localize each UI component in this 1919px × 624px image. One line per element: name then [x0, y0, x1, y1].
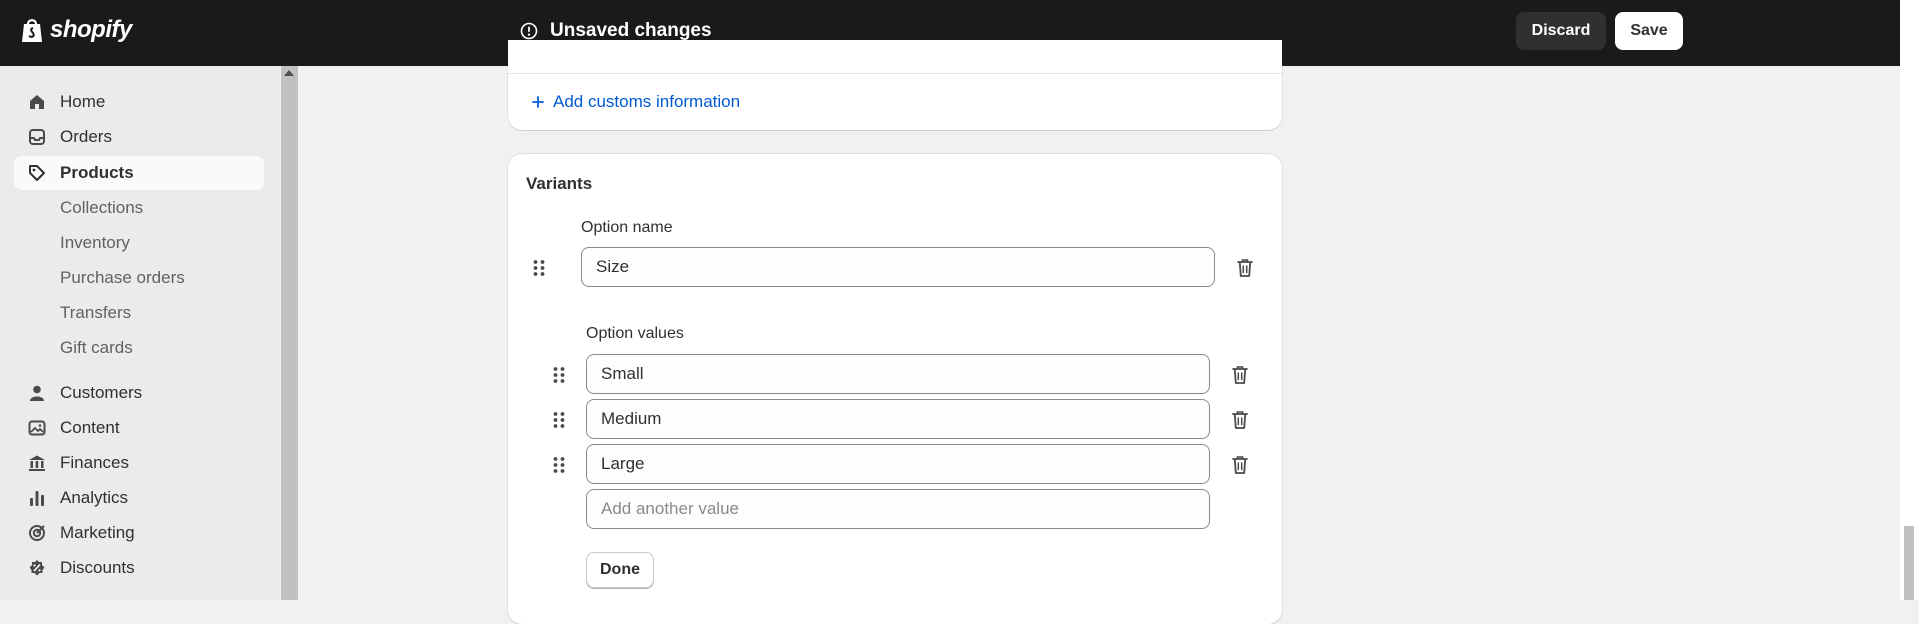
page-scrollbar-thumb[interactable]	[1904, 526, 1914, 600]
sidebar-item-label: Content	[60, 418, 120, 437]
discard-button[interactable]: Discard	[1516, 12, 1606, 50]
bank-icon	[28, 454, 46, 472]
sidebar-item-gift-cards[interactable]: Gift cards	[14, 331, 264, 365]
done-button[interactable]: Done	[586, 552, 654, 588]
drag-handle-icon[interactable]	[552, 365, 566, 385]
person-icon	[28, 384, 46, 402]
plus-icon	[532, 96, 544, 108]
sidebar-subitem-label: Gift cards	[60, 338, 133, 357]
sidebar-item-label: Orders	[60, 127, 112, 146]
sidebar-scrollbar[interactable]	[281, 66, 298, 600]
option-value-input[interactable]	[586, 399, 1210, 439]
sidebar-item-label: Discounts	[60, 558, 135, 577]
unsaved-changes-text: Unsaved changes	[550, 20, 712, 41]
bar-chart-icon	[28, 489, 46, 507]
sidebar-item-content[interactable]: Content	[14, 411, 264, 445]
sidebar-subitem-label: Inventory	[60, 233, 130, 252]
sidebar-item-label: Finances	[60, 453, 129, 472]
sidebar-item-customers[interactable]: Customers	[14, 376, 264, 410]
shopify-logo[interactable]: shopify	[20, 16, 132, 44]
add-another-value-input[interactable]	[586, 489, 1210, 529]
option-name-input[interactable]	[581, 247, 1215, 287]
variants-card: Variants Option name Option values Done	[508, 154, 1282, 624]
logo-text: shopify	[50, 16, 132, 43]
sidebar-subitem-label: Purchase orders	[60, 268, 185, 287]
delete-option-trash-icon[interactable]	[1236, 258, 1254, 278]
discount-icon	[28, 559, 46, 577]
unsaved-changes-indicator: Unsaved changes	[520, 20, 712, 42]
inbox-icon	[28, 128, 46, 146]
image-icon	[28, 419, 46, 437]
sidebar-item-label: Analytics	[60, 488, 129, 507]
sidebar-item-label: Products	[60, 163, 134, 182]
option-value-input[interactable]	[586, 354, 1210, 394]
sidebar-item-purchase-orders[interactable]: Purchase orders	[14, 261, 264, 295]
variants-title: Variants	[526, 174, 593, 193]
page-scrollbar[interactable]	[1900, 0, 1919, 600]
option-values-label: Option values	[586, 325, 684, 342]
sidebar-item-orders[interactable]: Orders	[14, 120, 264, 154]
drag-handle-icon[interactable]	[532, 258, 546, 278]
shopping-bag-icon	[20, 16, 44, 44]
home-icon	[28, 93, 46, 111]
sidebar: Home Orders Products Collections Invento…	[0, 66, 280, 600]
scroll-up-arrow-icon[interactable]	[284, 70, 294, 76]
sidebar-item-home[interactable]: Home	[14, 85, 264, 119]
sidebar-item-analytics[interactable]: Analytics	[14, 481, 264, 515]
sidebar-item-marketing[interactable]: Marketing	[14, 516, 264, 550]
sidebar-item-products[interactable]: Products	[14, 156, 264, 190]
delete-value-trash-icon[interactable]	[1231, 455, 1249, 475]
option-value-input[interactable]	[586, 444, 1210, 484]
divider	[508, 73, 1282, 74]
sidebar-item-finances[interactable]: Finances	[14, 446, 264, 480]
alert-circle-icon	[520, 22, 538, 40]
drag-handle-icon[interactable]	[552, 410, 566, 430]
sidebar-item-inventory[interactable]: Inventory	[14, 226, 264, 260]
sidebar-item-collections[interactable]: Collections	[14, 191, 264, 225]
sidebar-subitem-label: Transfers	[60, 303, 132, 322]
delete-value-trash-icon[interactable]	[1231, 365, 1249, 385]
sidebar-item-transfers[interactable]: Transfers	[14, 296, 264, 330]
option-name-label: Option name	[581, 219, 673, 236]
tag-icon	[28, 164, 46, 182]
sidebar-item-discounts[interactable]: Discounts	[14, 551, 264, 585]
delete-value-trash-icon[interactable]	[1231, 410, 1249, 430]
target-icon	[28, 524, 46, 542]
add-customs-information-link[interactable]: Add customs information	[532, 92, 740, 112]
sidebar-item-label: Customers	[60, 383, 143, 402]
drag-handle-icon[interactable]	[552, 455, 566, 475]
sidebar-subitem-label: Collections	[60, 198, 144, 217]
sidebar-item-label: Home	[60, 92, 106, 111]
add-customs-information-label: Add customs information	[553, 92, 741, 111]
shipping-card: Add customs information	[508, 40, 1282, 130]
sidebar-item-label: Marketing	[60, 523, 135, 542]
save-button[interactable]: Save	[1615, 12, 1683, 50]
